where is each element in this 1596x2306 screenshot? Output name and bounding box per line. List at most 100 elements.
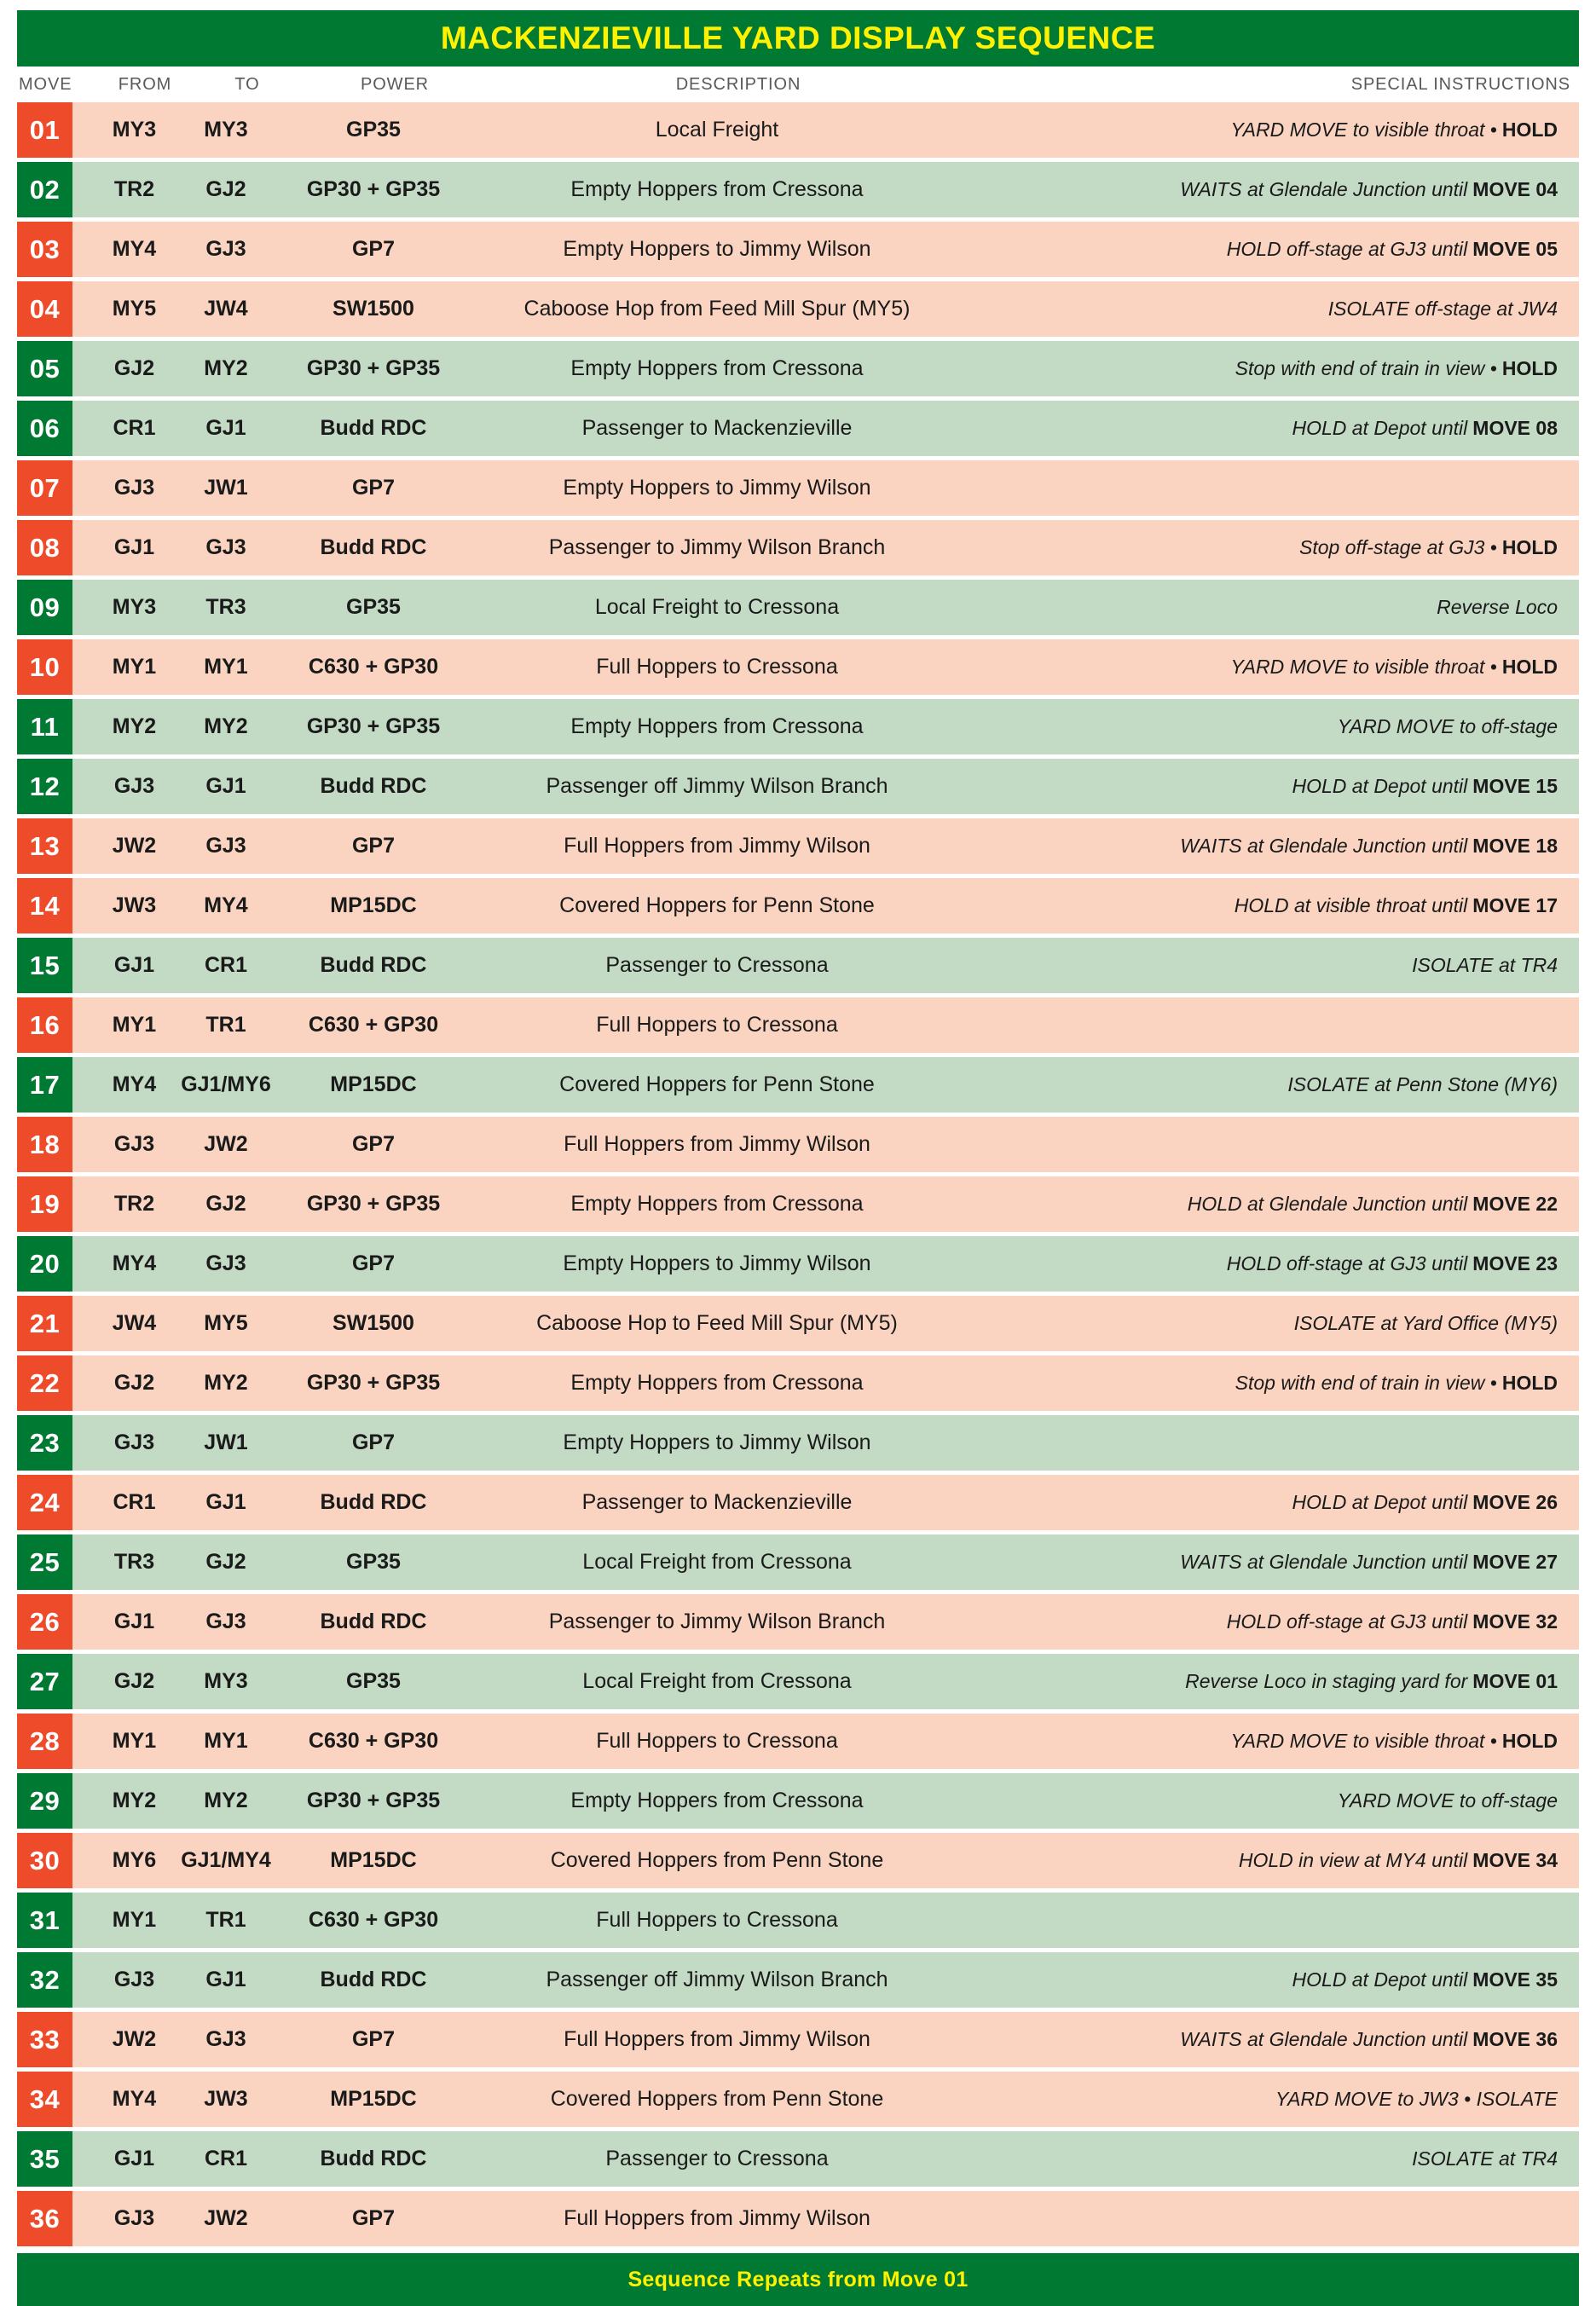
table-row[interactable]: 22 GJ2 MY2 GP30 + GP35 Empty Hoppers from Cr… [17,1355,1579,1411]
cell-special-instructions [964,1893,1566,1948]
table-row[interactable]: 29 MY2 MY2 GP30 + GP35 Empty Hoppers from Cr… [17,1773,1579,1829]
cell-from: MY4 [112,2087,157,2111]
table-row[interactable]: 36 GJ3 JW2 GP7 Full Hoppers from Jimmy Wilso… [17,2191,1579,2246]
cell-from: GJ1 [113,1610,155,1633]
table-row[interactable]: 17 MY4 GJ1/MY6 MP15DC Covered Hoppers for Pe… [17,1057,1579,1113]
table-row[interactable]: 16 MY1 TR1 C630 + GP30 Full Hoppers to Cress… [17,997,1579,1053]
instruction-text: YARD MOVE to visible throat • [1230,656,1497,678]
cell-from: TR3 [113,1550,155,1574]
table-row[interactable]: 19 TR2 GJ2 GP30 + GP35 Empty Hoppers from Cr… [17,1176,1579,1232]
table-row[interactable]: 02 TR2 GJ2 GP30 + GP35 Empty Hoppers from Cr… [17,162,1579,217]
table-row[interactable]: 08 GJ1 GJ3 Budd RDC Passenger to Jimmy Wilso… [17,520,1579,575]
table-row[interactable]: 35 GJ1 CR1 Budd RDC Passenger to Cressona ISO… [17,2131,1579,2187]
table-row[interactable]: 27 GJ2 MY3 GP35 Local Freight from Cressona R… [17,1654,1579,1709]
cell-from: TR2 [113,1192,155,1216]
cell-special-instructions: HOLD at Depot until MOVE 26 [964,1475,1566,1530]
table-row[interactable]: 18 GJ3 JW2 GP7 Full Hoppers from Jimmy Wilso… [17,1117,1579,1172]
cell-special-instructions: YARD MOVE to off-stage [964,699,1566,754]
cell-power: MP15DC [330,893,417,917]
cell-description: Covered Hoppers from Penn Stone [550,2087,884,2111]
cell-from: GJ3 [113,1968,155,1991]
table-row[interactable]: 13 JW2 GJ3 GP7 Full Hoppers from Jimmy Wilso… [17,818,1579,874]
cell-to: GJ3 [205,535,246,559]
cell-from: GJ3 [113,476,155,500]
table-row[interactable]: 24 CR1 GJ1 Budd RDC Passenger to Mackenzievi… [17,1475,1579,1530]
table-row[interactable]: 25 TR3 GJ2 GP35 Local Freight from Cressona W… [17,1534,1579,1590]
table-row[interactable]: 23 GJ3 JW1 GP7 Empty Hoppers to Jimmy Wilson [17,1415,1579,1471]
table-row[interactable]: 31 MY1 TR1 C630 + GP30 Full Hoppers to Cress… [17,1893,1579,1948]
move-number-badge: 19 [17,1176,72,1232]
cell-description: Passenger to Mackenzieville [581,416,853,440]
move-number-badge: 14 [17,878,72,933]
cell-from: MY4 [112,1251,157,1275]
instruction-emphasis: MOVE 27 [1472,1551,1558,1573]
cell-to: TR3 [205,595,246,619]
table-row[interactable]: 11 MY2 MY2 GP30 + GP35 Empty Hoppers from Cr… [17,699,1579,754]
table-row[interactable]: 28 MY1 MY1 C630 + GP30 Full Hoppers to Cress… [17,1714,1579,1769]
cell-special-instructions: Reverse Loco in staging yard for MOVE 01 [964,1654,1566,1709]
instruction-emphasis: HOLD [1501,536,1558,558]
table-row[interactable]: 14 JW3 MY4 MP15DC Covered Hoppers for Penn S… [17,878,1579,933]
cell-special-instructions: ISOLATE at TR4 [964,2131,1566,2187]
cell-special-instructions: YARD MOVE to visible throat • HOLD [964,639,1566,695]
table-row[interactable]: 10 MY1 MY1 C630 + GP30 Full Hoppers to Cress… [17,639,1579,695]
column-header-instructions: SPECIAL INSTRUCTIONS [1350,74,1570,94]
table-row[interactable]: 01 MY3 MY3 GP35 Local Freight YARD MOVE to vi… [17,102,1579,158]
cell-description: Caboose Hop to Feed Mill Spur (MY5) [536,1311,898,1335]
table-row[interactable]: 03 MY4 GJ3 GP7 Empty Hoppers to Jimmy Wilson… [17,222,1579,277]
cell-to: MY2 [204,1789,248,1812]
table-row[interactable]: 12 GJ3 GJ1 Budd RDC Passenger off Jimmy Wils… [17,759,1579,814]
table-row[interactable]: 20 MY4 GJ3 GP7 Empty Hoppers to Jimmy Wilson… [17,1236,1579,1292]
cell-from: MY1 [112,1908,157,1932]
column-header-description: DESCRIPTION [675,74,801,94]
move-number-badge: 20 [17,1236,72,1292]
instruction-text: HOLD in view at MY4 until [1238,1849,1468,1871]
column-header-move: MOVE [19,74,72,94]
table-row[interactable]: 09 MY3 TR3 GP35 Local Freight to Cressona Rev… [17,580,1579,635]
table-row[interactable]: 05 GJ2 MY2 GP30 + GP35 Empty Hoppers from Cr… [17,341,1579,396]
cell-special-instructions [964,460,1566,516]
cell-description: Empty Hoppers to Jimmy Wilson [563,1251,871,1275]
cell-description: Local Freight from Cressona [582,1669,852,1693]
table-row[interactable]: 06 CR1 GJ1 Budd RDC Passenger to Mackenzievi… [17,401,1579,456]
instruction-text: ISOLATE at TR4 [1412,2147,1558,2170]
instruction-emphasis: MOVE 32 [1472,1610,1558,1633]
move-number-badge: 34 [17,2072,72,2127]
table-row[interactable]: 32 GJ3 GJ1 Budd RDC Passenger off Jimmy Wils… [17,1952,1579,2008]
cell-from: JW4 [112,1311,157,1335]
instruction-text: Stop with end of train in view • [1235,1372,1497,1394]
table-row[interactable]: 21 JW4 MY5 SW1500 Caboose Hop to Feed Mill S… [17,1296,1579,1351]
cell-to: MY4 [204,893,248,917]
cell-power: GP30 + GP35 [306,1371,441,1395]
cell-power: Budd RDC [320,2147,427,2170]
instruction-emphasis: HOLD [1501,656,1558,678]
cell-from: GJ2 [113,1371,155,1395]
table-row[interactable]: 33 JW2 GJ3 GP7 Full Hoppers from Jimmy Wilso… [17,2012,1579,2067]
cell-description: Local Freight [655,118,779,142]
table-row[interactable]: 04 MY5 JW4 SW1500 Caboose Hop from Feed Mill… [17,281,1579,337]
table-row[interactable]: 15 GJ1 CR1 Budd RDC Passenger to Cressona ISO… [17,938,1579,993]
cell-to: JW3 [204,2087,248,2111]
move-number-badge: 17 [17,1057,72,1113]
instruction-text: Reverse Loco [1437,596,1558,618]
table-row[interactable]: 26 GJ1 GJ3 Budd RDC Passenger to Jimmy Wilso… [17,1594,1579,1650]
move-number-badge: 05 [17,341,72,396]
instruction-text: HOLD at Depot until [1292,417,1468,439]
table-row[interactable]: 07 GJ3 JW1 GP7 Empty Hoppers to Jimmy Wilson [17,460,1579,516]
move-number-badge: 06 [17,401,72,456]
table-row[interactable]: 34 MY4 JW3 MP15DC Covered Hoppers from Penn … [17,2072,1579,2127]
table-row[interactable]: 30 MY6 GJ1/MY4 MP15DC Covered Hoppers from P… [17,1833,1579,1888]
instruction-emphasis: HOLD [1501,1730,1558,1752]
cell-power: GP7 [351,1430,396,1454]
cell-description: Empty Hoppers to Jimmy Wilson [563,1430,871,1454]
cell-special-instructions: HOLD at Depot until MOVE 35 [964,1952,1566,2008]
cell-special-instructions: HOLD in view at MY4 until MOVE 34 [964,1833,1566,1888]
cell-description: Full Hoppers to Cressona [596,655,838,679]
cell-to: TR1 [205,1908,246,1932]
cell-to: GJ1 [205,1490,246,1514]
cell-description: Full Hoppers from Jimmy Wilson [564,2027,870,2051]
cell-description: Covered Hoppers for Penn Stone [559,893,875,917]
cell-power: C630 + GP30 [308,1908,439,1932]
move-number-badge: 13 [17,818,72,874]
move-number-badge: 28 [17,1714,72,1769]
